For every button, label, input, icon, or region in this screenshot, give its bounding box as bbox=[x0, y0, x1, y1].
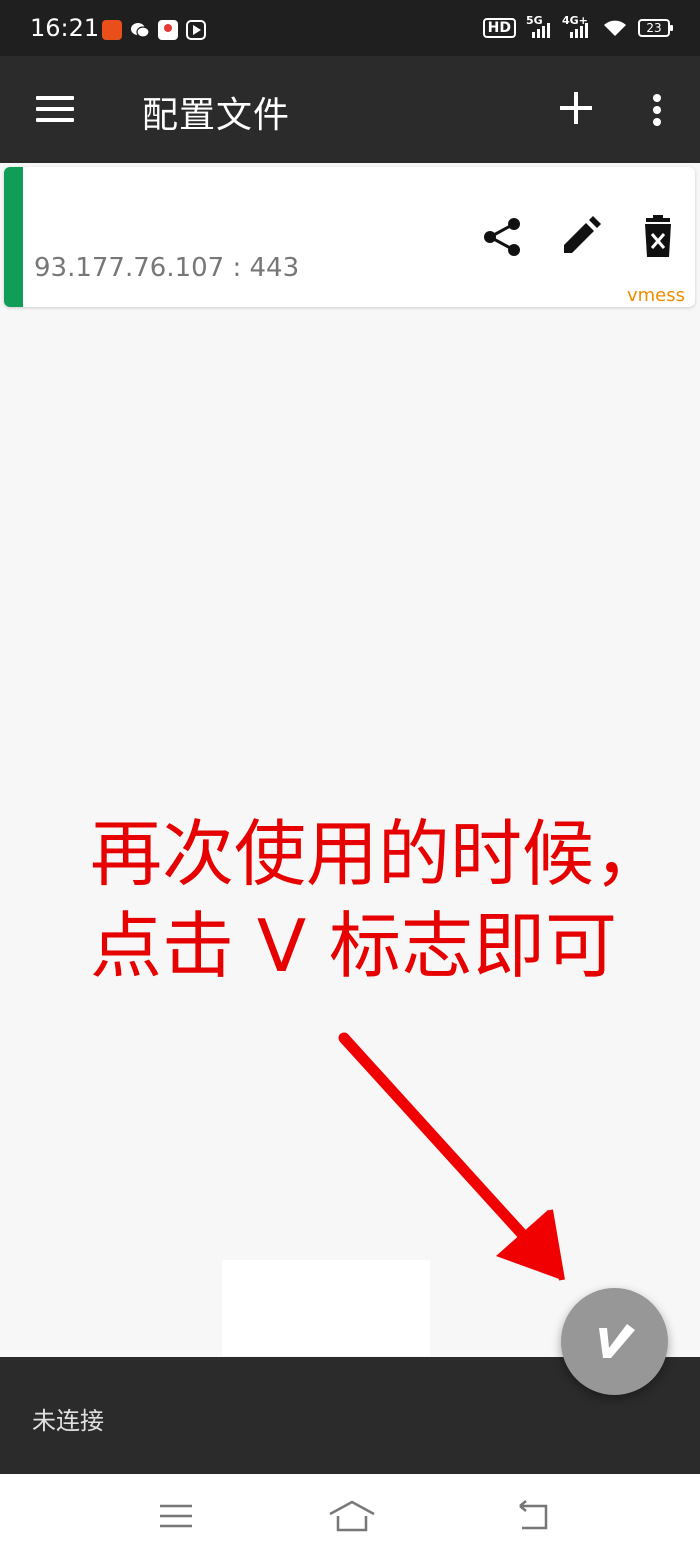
system-icons: HD 5G 4G+ 23 bbox=[482, 14, 673, 38]
share-icon[interactable] bbox=[480, 215, 524, 259]
notification-icons bbox=[102, 20, 206, 40]
status-bar: 16:21 HD 5G 4G+ 23 bbox=[0, 0, 700, 56]
instruction-annotation: 再次使用的时候， 点击 V 标志即可 bbox=[90, 808, 670, 992]
delete-icon[interactable] bbox=[636, 215, 680, 259]
wifi-icon bbox=[604, 20, 626, 36]
app-bar: 配置文件 bbox=[0, 56, 700, 163]
wechat-icon bbox=[130, 20, 150, 40]
play-icon bbox=[186, 20, 206, 40]
hd-icon: HD bbox=[482, 18, 516, 38]
annotation-arrow bbox=[338, 1032, 565, 1281]
edit-icon[interactable] bbox=[558, 215, 602, 259]
menu-icon[interactable] bbox=[36, 94, 74, 124]
system-nav-bar bbox=[0, 1474, 700, 1555]
status-time: 16:21 bbox=[30, 14, 100, 42]
selected-indicator bbox=[4, 167, 23, 307]
connect-button[interactable] bbox=[561, 1288, 668, 1395]
battery-icon: 23 bbox=[638, 19, 673, 37]
more-options-icon[interactable] bbox=[652, 94, 662, 126]
signal-4g-icon: 4G+ bbox=[562, 14, 592, 38]
blank-area bbox=[222, 1260, 430, 1356]
back-icon[interactable] bbox=[512, 1498, 552, 1534]
home-icon[interactable] bbox=[328, 1498, 376, 1534]
map-pin-icon bbox=[158, 20, 178, 40]
app-icon bbox=[102, 20, 122, 40]
signal-5g-icon: 5G bbox=[526, 14, 552, 38]
protocol-label: vmess bbox=[626, 285, 685, 306]
server-address: 93.177.76.107 : 443 bbox=[34, 253, 300, 283]
recent-apps-icon[interactable] bbox=[156, 1498, 196, 1534]
profile-item[interactable]: 93.177.76.107 : 443 vmess bbox=[4, 167, 695, 307]
add-icon[interactable] bbox=[560, 92, 592, 124]
annotation-line-1: 再次使用的时候， bbox=[90, 812, 667, 896]
annotation-line-2: 点击 V 标志即可 bbox=[90, 904, 618, 988]
page-title: 配置文件 bbox=[142, 95, 291, 136]
connection-status: 未连接 bbox=[32, 1407, 104, 1435]
v-logo-icon bbox=[599, 1324, 635, 1358]
